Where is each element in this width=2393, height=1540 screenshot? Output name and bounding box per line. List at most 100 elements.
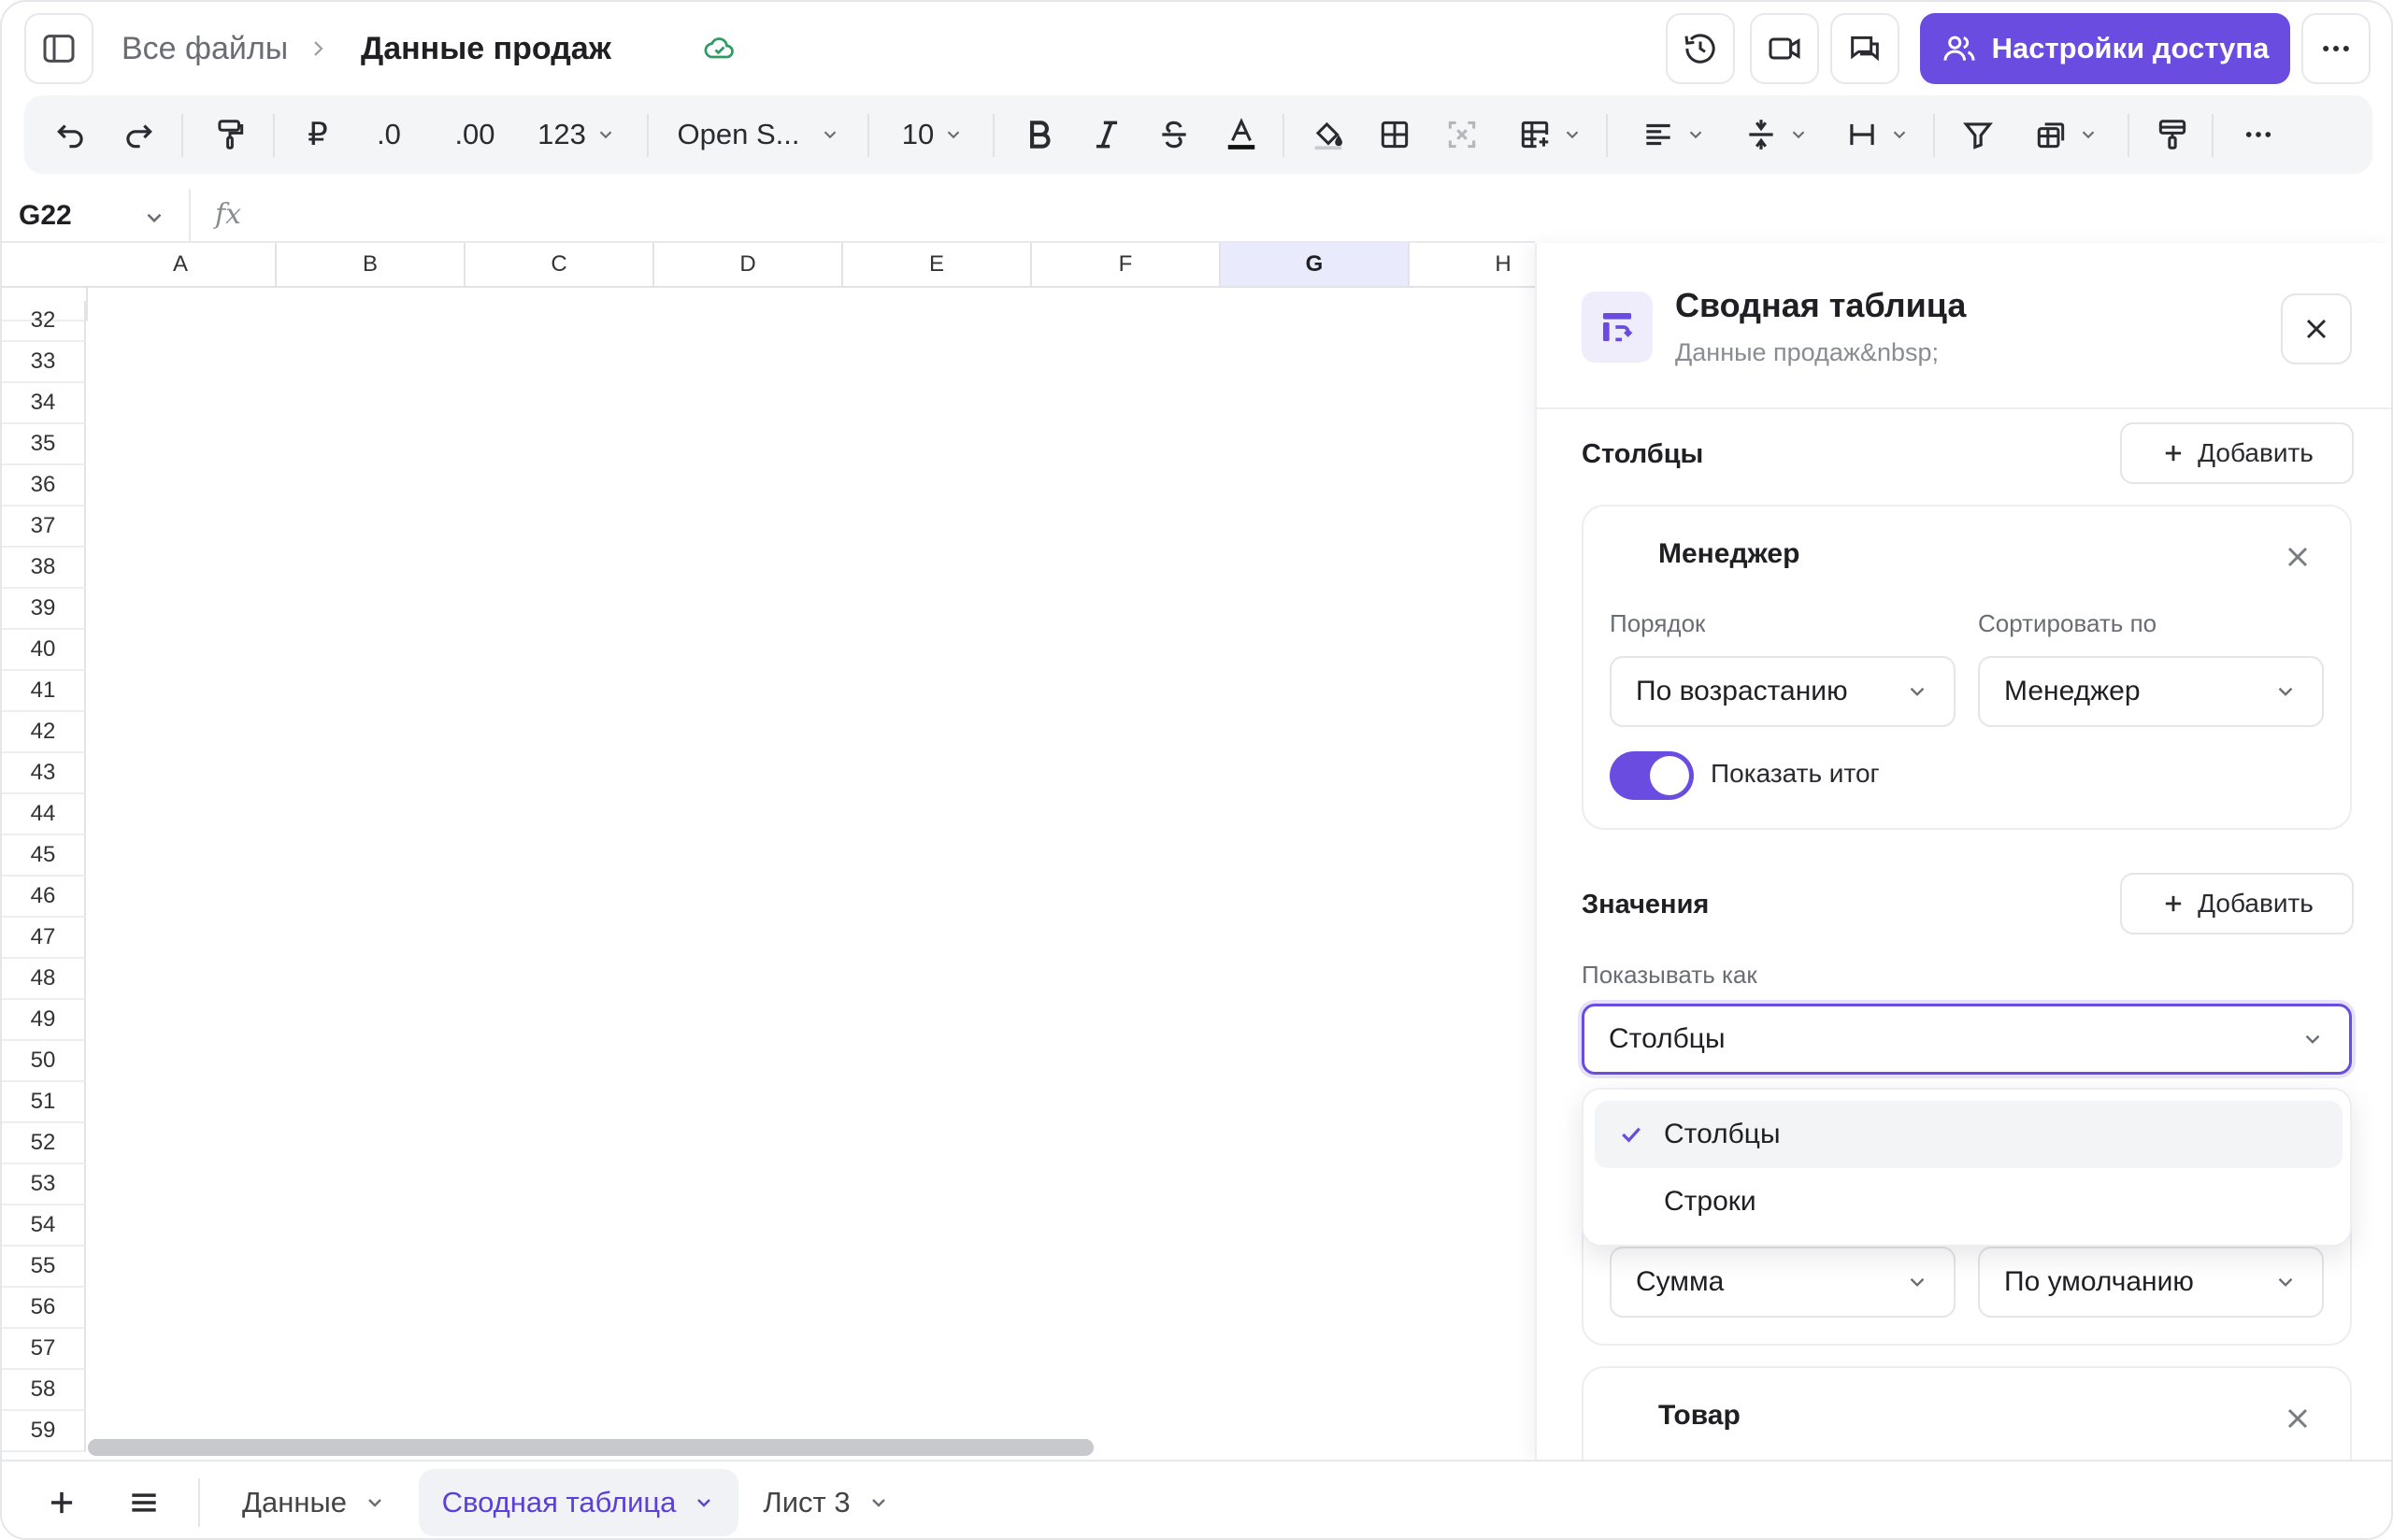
video-camera-icon [1766, 30, 1803, 67]
column-header[interactable]: A [86, 243, 277, 288]
sidebar-toggle-button[interactable] [24, 13, 93, 84]
row-header[interactable]: 47 [2, 918, 86, 959]
sheet-tab-sheet3[interactable]: Лист 3 [752, 1469, 901, 1536]
row-header[interactable]: 50 [2, 1041, 86, 1082]
aggregate-select[interactable]: Сумма [1610, 1247, 1956, 1318]
show-as-select[interactable]: Столбцы [1582, 1004, 2352, 1075]
column-header[interactable]: D [654, 243, 843, 288]
number-format-dropdown[interactable]: 123 [525, 107, 628, 163]
column-header[interactable]: E [843, 243, 1032, 288]
row-header[interactable]: 42 [2, 712, 86, 753]
toolbar-more-button[interactable] [2236, 107, 2281, 163]
vertical-align-dropdown[interactable] [1731, 107, 1821, 163]
show-as-select-value: Столбцы [1609, 1023, 1726, 1054]
row-header[interactable]: 53 [2, 1164, 86, 1205]
comments-icon [1846, 30, 1884, 67]
row-header[interactable]: 49 [2, 1000, 86, 1041]
column-header[interactable]: B [277, 243, 466, 288]
filter-button[interactable] [1956, 107, 2000, 163]
row-header[interactable]: 41 [2, 671, 86, 712]
select-all-corner[interactable] [2, 243, 88, 288]
row-header[interactable]: 39 [2, 589, 86, 630]
row-header[interactable]: 38 [2, 548, 86, 589]
paint-format-button[interactable] [208, 107, 252, 163]
formula-input[interactable] [264, 194, 1516, 237]
column-field-name: Менеджер [1658, 538, 1800, 569]
row-header[interactable]: 51 [2, 1082, 86, 1123]
row-header[interactable]: 37 [2, 506, 86, 548]
file-name[interactable]: Данные продаж [361, 30, 611, 67]
add-sheet-button[interactable] [34, 1469, 90, 1536]
row-header[interactable]: 56 [2, 1288, 86, 1329]
cells-area[interactable] [88, 288, 1535, 1435]
font-size-dropdown[interactable]: 10 [888, 107, 978, 163]
panel-title: Сводная таблица [1675, 286, 1967, 324]
remove-field-icon[interactable] [2281, 1402, 2314, 1435]
column-header-selected[interactable]: G [1221, 243, 1410, 288]
pivot-options-dropdown[interactable] [2021, 107, 2111, 163]
value-sort-select[interactable]: По умолчанию [1978, 1247, 2324, 1318]
video-call-button[interactable] [1750, 13, 1819, 84]
strikethrough-button[interactable] [1152, 107, 1196, 163]
row-header[interactable]: 54 [2, 1205, 86, 1247]
text-wrap-dropdown[interactable] [1832, 107, 1922, 163]
add-value-button[interactable]: Добавить [2120, 873, 2354, 934]
row-header[interactable]: 35 [2, 424, 86, 465]
chevron-down-icon[interactable] [142, 206, 166, 230]
horizontal-align-dropdown[interactable] [1628, 107, 1718, 163]
more-menu-button[interactable] [2301, 13, 2371, 84]
row-header[interactable]: 33 [2, 342, 86, 383]
undo-button[interactable] [49, 107, 93, 163]
comments-button[interactable] [1830, 13, 1899, 84]
row-header[interactable]: 34 [2, 383, 86, 424]
add-column-button[interactable]: Добавить [2120, 422, 2354, 484]
sort-by-select[interactable]: Менеджер [1978, 656, 2324, 727]
add-value-label: Добавить [2198, 889, 2314, 918]
row-header[interactable]: 48 [2, 959, 86, 1000]
row-header[interactable]: 44 [2, 794, 86, 835]
dropdown-option-columns[interactable]: Столбцы [1595, 1101, 2343, 1168]
font-family-dropdown[interactable]: Open S... [666, 107, 853, 163]
conditional-format-button[interactable] [2150, 107, 2195, 163]
sheets-list-button[interactable] [116, 1469, 172, 1536]
column-header[interactable]: F [1032, 243, 1221, 288]
row-header[interactable]: 43 [2, 753, 86, 794]
toolbar-divider [2212, 114, 2214, 157]
row-header[interactable]: 57 [2, 1329, 86, 1370]
order-select[interactable]: По возрастанию [1610, 656, 1956, 727]
redo-button[interactable] [116, 107, 161, 163]
show-total-toggle[interactable] [1610, 751, 1694, 800]
history-button[interactable] [1666, 13, 1735, 84]
row-header[interactable]: 59 [2, 1411, 86, 1452]
text-color-button[interactable] [1219, 107, 1264, 163]
increase-decimal-button[interactable]: .00 [441, 107, 509, 163]
sheet-tab-pivot[interactable]: Сводная таблица [419, 1469, 738, 1536]
remove-field-icon[interactable] [2281, 540, 2314, 574]
breadcrumb-root[interactable]: Все файлы [122, 30, 288, 67]
horizontal-scrollbar[interactable] [88, 1439, 1094, 1456]
row-header[interactable]: 58 [2, 1370, 86, 1411]
bold-button[interactable] [1017, 107, 1062, 163]
row-header[interactable]: 32 [2, 301, 86, 342]
cell-reference[interactable]: G22 [19, 200, 72, 232]
row-header[interactable]: 55 [2, 1247, 86, 1288]
row-header[interactable]: 36 [2, 465, 86, 506]
merge-cells-button[interactable] [1440, 107, 1484, 163]
table-format-dropdown[interactable] [1505, 107, 1595, 163]
sheet-tab-data[interactable]: Данные [222, 1469, 406, 1536]
row-header[interactable]: 52 [2, 1123, 86, 1164]
decrease-decimal-button[interactable]: .0 [359, 107, 419, 163]
close-panel-button[interactable] [2281, 293, 2352, 364]
row-header[interactable]: 46 [2, 877, 86, 918]
row-header[interactable]: 45 [2, 835, 86, 877]
fill-color-button[interactable] [1305, 107, 1352, 163]
currency-format-button[interactable]: ₽ [295, 107, 340, 163]
column-header[interactable]: C [466, 243, 654, 288]
formula-divider [189, 189, 191, 243]
dropdown-option-rows[interactable]: Строки [1595, 1168, 2343, 1235]
row-header[interactable]: 40 [2, 630, 86, 671]
share-settings-button[interactable]: Настройки доступа [1920, 13, 2290, 84]
borders-button[interactable] [1372, 107, 1417, 163]
toolbar-divider [993, 114, 995, 157]
italic-button[interactable] [1084, 107, 1129, 163]
